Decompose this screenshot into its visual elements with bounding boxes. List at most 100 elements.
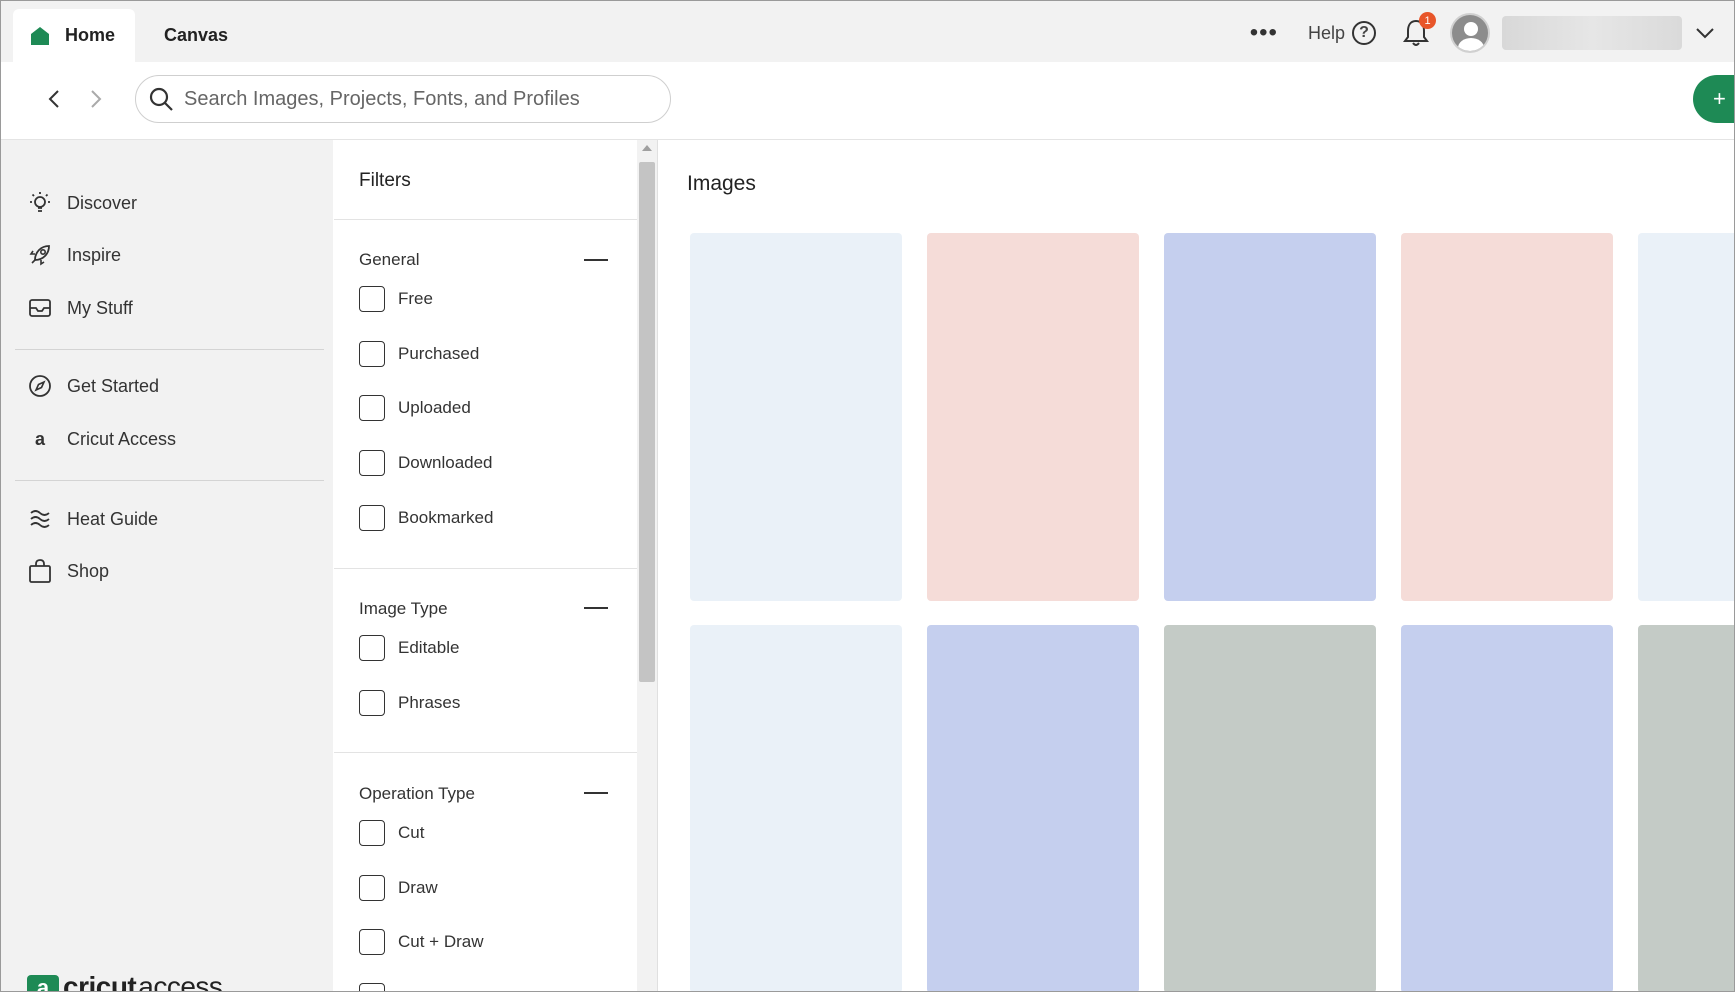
image-card-placeholder[interactable] <box>927 233 1139 601</box>
filter-free[interactable]: Free <box>359 285 433 313</box>
image-card-placeholder[interactable] <box>927 625 1139 991</box>
collapse-minus-icon[interactable] <box>584 607 608 609</box>
sidebar: Discover Inspire My Stuff Get Started a … <box>1 140 333 991</box>
image-card-placeholder[interactable] <box>690 233 902 601</box>
sidebar-item-discover[interactable]: Discover <box>27 188 137 218</box>
image-card-placeholder[interactable] <box>1164 625 1376 991</box>
account-menu-button[interactable] <box>1690 18 1720 48</box>
filter-next-option-partial[interactable] <box>359 982 398 991</box>
sidebar-item-inspire[interactable]: Inspire <box>27 240 121 270</box>
page-title: Images <box>687 172 756 195</box>
filter-option-label: Cut <box>398 823 425 842</box>
access-a-icon: a <box>34 428 45 449</box>
shopping-bag-icon <box>27 558 53 584</box>
images-content: Images <box>658 140 1734 991</box>
compass-icon <box>27 373 53 399</box>
tab-home-label: Home <box>65 25 116 45</box>
sidebar-item-shop[interactable]: Shop <box>27 556 109 586</box>
lightbulb-icon <box>27 190 53 216</box>
filters-divider <box>334 752 637 753</box>
more-options-icon[interactable]: ••• <box>1250 21 1278 45</box>
image-card-placeholder[interactable] <box>1638 625 1734 991</box>
checkbox[interactable] <box>359 286 385 312</box>
filter-cut[interactable]: Cut <box>359 819 424 847</box>
access-logo-icon: a <box>27 975 59 991</box>
image-card-placeholder[interactable] <box>1401 233 1613 601</box>
sidebar-item-my-stuff[interactable]: My Stuff <box>27 293 133 323</box>
forward-button[interactable] <box>83 86 109 112</box>
tab-canvas[interactable]: Canvas <box>164 9 228 62</box>
checkbox[interactable] <box>359 983 385 991</box>
collapse-minus-icon[interactable] <box>584 259 608 261</box>
checkbox[interactable] <box>359 505 385 531</box>
filter-option-label: Phrases <box>398 693 461 712</box>
home-icon <box>29 25 51 47</box>
tab-home[interactable]: Home <box>13 9 135 62</box>
inbox-icon <box>27 295 53 321</box>
filter-editable[interactable]: Editable <box>359 634 459 662</box>
app-window: Home Canvas ••• Help ? 1 Search Images, … <box>0 0 1735 992</box>
sidebar-item-get-started[interactable]: Get Started <box>27 371 159 401</box>
filter-cut-draw[interactable]: Cut + Draw <box>359 928 484 956</box>
image-card-placeholder[interactable] <box>1638 233 1734 601</box>
checkbox[interactable] <box>359 690 385 716</box>
avatar[interactable] <box>1450 13 1490 53</box>
image-card-placeholder[interactable] <box>690 625 902 991</box>
help-label: Help <box>1307 22 1345 43</box>
username-redacted <box>1502 16 1682 50</box>
back-button[interactable] <box>41 86 67 112</box>
image-card-placeholder[interactable] <box>1401 625 1613 991</box>
rocket-icon <box>27 242 53 268</box>
filter-downloaded[interactable]: Downloaded <box>359 449 493 477</box>
new-project-button[interactable]: + <box>1693 75 1734 123</box>
filter-uploaded[interactable]: Uploaded <box>359 394 471 422</box>
filter-group-title: Image Type <box>359 599 448 618</box>
search-icon <box>148 86 174 112</box>
sidebar-item-label: Discover <box>67 192 138 213</box>
filter-phrases[interactable]: Phrases <box>359 689 460 717</box>
filters-scrollbar[interactable] <box>637 140 658 991</box>
image-card-placeholder[interactable] <box>1164 233 1376 601</box>
checkbox[interactable] <box>359 820 385 846</box>
checkbox[interactable] <box>359 341 385 367</box>
question-icon: ? <box>1352 21 1376 45</box>
sidebar-divider <box>15 480 324 481</box>
checkbox[interactable] <box>359 635 385 661</box>
filter-bookmarked[interactable]: Bookmarked <box>359 504 493 532</box>
scroll-thumb[interactable] <box>639 162 655 682</box>
tab-canvas-label: Canvas <box>164 25 229 45</box>
chevron-left-icon <box>48 90 59 108</box>
header-actions: ••• Help ? 1 <box>1250 12 1734 53</box>
checkbox[interactable] <box>359 875 385 901</box>
search-input[interactable] <box>182 86 626 112</box>
scroll-up-arrow-icon[interactable] <box>642 145 652 151</box>
filter-option-label: Purchased <box>398 344 480 363</box>
filter-option-label: Cut + Draw <box>398 932 484 951</box>
filter-option-label: Free <box>398 289 433 308</box>
filter-option-label: Bookmarked <box>398 508 494 527</box>
chevron-down-icon <box>1696 28 1714 39</box>
help-button[interactable]: Help ? <box>1308 21 1376 45</box>
sidebar-item-heat-guide[interactable]: Heat Guide <box>27 504 158 534</box>
checkbox[interactable] <box>359 395 385 421</box>
filter-option-label: Editable <box>398 638 460 657</box>
filters-panel: Filters General Free Purchased Uploaded … <box>334 140 637 991</box>
filter-option-label: Downloaded <box>398 453 493 472</box>
filter-purchased[interactable]: Purchased <box>359 340 479 368</box>
sidebar-item-label: Get Started <box>67 375 160 396</box>
cricut-access-logo[interactable]: a cricut access <box>27 971 223 992</box>
checkbox[interactable] <box>359 450 385 476</box>
top-tab-bar: Home Canvas ••• Help ? 1 <box>1 1 1734 62</box>
filter-draw[interactable]: Draw <box>359 874 438 902</box>
logo-brand-text: cricut <box>63 971 137 992</box>
sidebar-item-cricut-access[interactable]: a Cricut Access <box>27 424 176 454</box>
checkbox[interactable] <box>359 929 385 955</box>
collapse-minus-icon[interactable] <box>584 792 608 794</box>
filters-title: Filters <box>359 170 411 191</box>
notification-badge: 1 <box>1419 12 1436 29</box>
sidebar-item-label: Inspire <box>67 244 122 265</box>
notifications-button[interactable]: 1 <box>1402 12 1436 48</box>
logo-product-text: access <box>138 971 223 992</box>
sidebar-item-label: Shop <box>67 560 110 581</box>
filter-group-title: Operation Type <box>359 784 475 803</box>
